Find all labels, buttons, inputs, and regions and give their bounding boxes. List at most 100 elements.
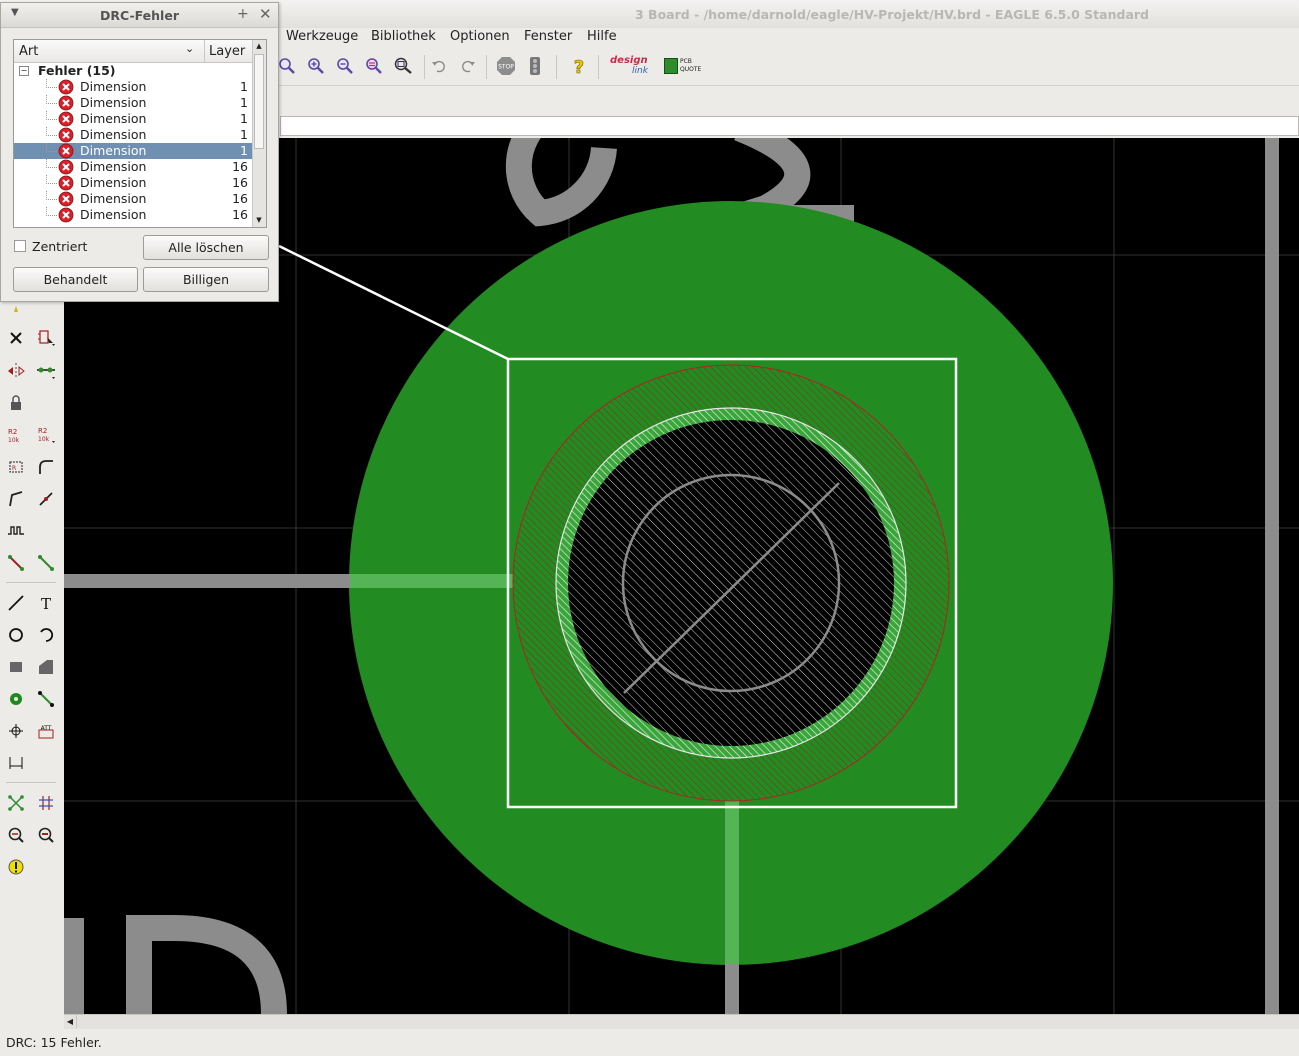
delete-icon[interactable] (4, 326, 28, 350)
dimension-icon[interactable] (4, 751, 28, 775)
error-row[interactable]: Dimension 1 (14, 143, 254, 159)
error-layer-value: 1 (240, 79, 248, 94)
split-icon[interactable] (4, 487, 28, 511)
text-icon[interactable]: T (34, 591, 58, 615)
zoom-redraw-icon[interactable] (363, 55, 385, 77)
chevron-down-icon[interactable]: ⌄ (185, 42, 194, 55)
redo-icon[interactable] (457, 55, 479, 77)
pcb-quote-label: PCB (680, 58, 692, 65)
menu-fenster[interactable]: Fenster (524, 29, 572, 44)
error-row[interactable]: Dimension 1 (14, 127, 254, 143)
ratsnest-icon[interactable] (4, 791, 28, 815)
error-icon (58, 127, 74, 143)
error-row[interactable]: Dimension 16 (14, 159, 254, 175)
error-layer-value: 16 (232, 175, 248, 190)
svg-text:T: T (41, 595, 51, 612)
attribute-icon[interactable]: ATT (34, 719, 58, 743)
error-type-label: Dimension (80, 143, 147, 158)
zoom-fit-icon[interactable] (276, 55, 298, 77)
approve-button[interactable]: Billigen (143, 267, 269, 292)
svg-text:10k: 10k (38, 436, 50, 443)
pcb-chip-icon (664, 58, 678, 74)
horizontal-scrollbar[interactable]: ◀ (64, 1014, 1299, 1029)
error-layer-value: 16 (232, 159, 248, 174)
via-icon[interactable] (4, 687, 28, 711)
change-icon[interactable] (34, 359, 58, 383)
value-icon[interactable]: R2 10k (34, 423, 58, 447)
miter-icon[interactable] (34, 455, 58, 479)
ripup-icon[interactable] (34, 551, 58, 575)
designlink-sub: link (632, 66, 648, 76)
designlink-icon[interactable]: design link (608, 55, 654, 79)
error-layer-value: 16 (232, 207, 248, 222)
error-row[interactable]: Dimension 1 (14, 111, 254, 127)
panel-float-icon[interactable]: + (237, 6, 249, 22)
drill-hole (568, 420, 894, 746)
column-layer-header[interactable]: Layer (209, 44, 245, 59)
pcb-quote-icon[interactable]: PCB QUOTE (664, 58, 704, 78)
arc-icon[interactable] (34, 623, 58, 647)
wire-icon[interactable] (4, 591, 28, 615)
autorouter-icon[interactable] (34, 791, 58, 815)
error-icon (58, 207, 74, 223)
circle-icon[interactable] (4, 623, 28, 647)
menu-werkzeuge[interactable]: Werkzeuge (286, 29, 358, 44)
collapse-icon[interactable]: − (19, 66, 29, 76)
errors-icon[interactable] (4, 855, 28, 879)
error-type-label: Dimension (80, 79, 147, 94)
error-row[interactable]: Dimension 16 (14, 175, 254, 191)
svg-text:ATT: ATT (41, 725, 52, 732)
scroll-left-icon[interactable]: ◀ (64, 1015, 77, 1028)
tree-connector (46, 127, 57, 136)
help-icon[interactable]: ? (568, 55, 590, 77)
stop-icon[interactable]: STOP (495, 55, 517, 77)
command-line-input[interactable] (280, 116, 1299, 136)
centered-checkbox[interactable] (14, 240, 26, 252)
tree-group-row[interactable]: − Fehler (15) (14, 63, 254, 79)
toolbox-separator (6, 582, 56, 583)
drc-check-icon[interactable] (34, 823, 58, 847)
menu-optionen[interactable]: Optionen (450, 29, 510, 44)
name-icon[interactable]: R2 10k (4, 423, 28, 447)
drc-error-list[interactable]: Art ⌄ Layer − Fehler (15) Dimension 1 Dime… (13, 39, 267, 228)
processed-button[interactable]: Behandelt (13, 267, 138, 292)
error-row[interactable]: Dimension 16 (14, 207, 254, 223)
clear-all-button[interactable]: Alle löschen (143, 235, 269, 260)
route-icon[interactable] (4, 551, 28, 575)
zoom-in-icon[interactable] (305, 55, 327, 77)
meander-icon[interactable] (4, 519, 28, 543)
list-vertical-scrollbar[interactable]: ▲ ▼ (252, 40, 266, 227)
scroll-down-icon[interactable]: ▼ (253, 214, 265, 227)
lock-icon[interactable] (4, 391, 28, 415)
add-part-icon[interactable] (34, 326, 58, 350)
tree-connector (46, 191, 57, 200)
error-row[interactable]: Dimension 1 (14, 79, 254, 95)
menu-bibliothek[interactable]: Bibliothek (371, 29, 436, 44)
go-icon[interactable] (524, 55, 546, 77)
svg-text:R2: R2 (8, 428, 17, 436)
menu-hilfe[interactable]: Hilfe (587, 29, 617, 44)
tree-connector (46, 95, 57, 104)
optimize-icon[interactable] (34, 487, 58, 511)
column-type-header[interactable]: Art (19, 44, 38, 59)
panel-close-icon[interactable]: ✕ (259, 5, 272, 23)
hole-icon[interactable] (4, 719, 28, 743)
error-row[interactable]: Dimension 1 (14, 95, 254, 111)
drc-panel-titlebar[interactable]: ▼ DRC-Fehler + ✕ (1, 3, 278, 28)
erc-check-icon[interactable] (4, 823, 28, 847)
undo-icon[interactable] (428, 55, 450, 77)
zoom-select-icon[interactable] (392, 55, 414, 77)
mirror-icon[interactable] (4, 359, 28, 383)
mark-icon[interactable] (4, 300, 28, 324)
polygon-icon[interactable] (34, 655, 58, 679)
zoom-out-icon[interactable] (334, 55, 356, 77)
header-divider (204, 40, 205, 62)
signal-icon[interactable] (34, 687, 58, 711)
error-row[interactable]: Dimension 16 (14, 191, 254, 207)
error-type-label: Dimension (80, 127, 147, 142)
rectangle-icon[interactable] (4, 655, 28, 679)
tree-connector (46, 207, 57, 216)
smash-icon[interactable]: R (4, 455, 28, 479)
scroll-up-icon[interactable]: ▲ (253, 40, 265, 53)
scroll-thumb[interactable] (254, 54, 264, 149)
